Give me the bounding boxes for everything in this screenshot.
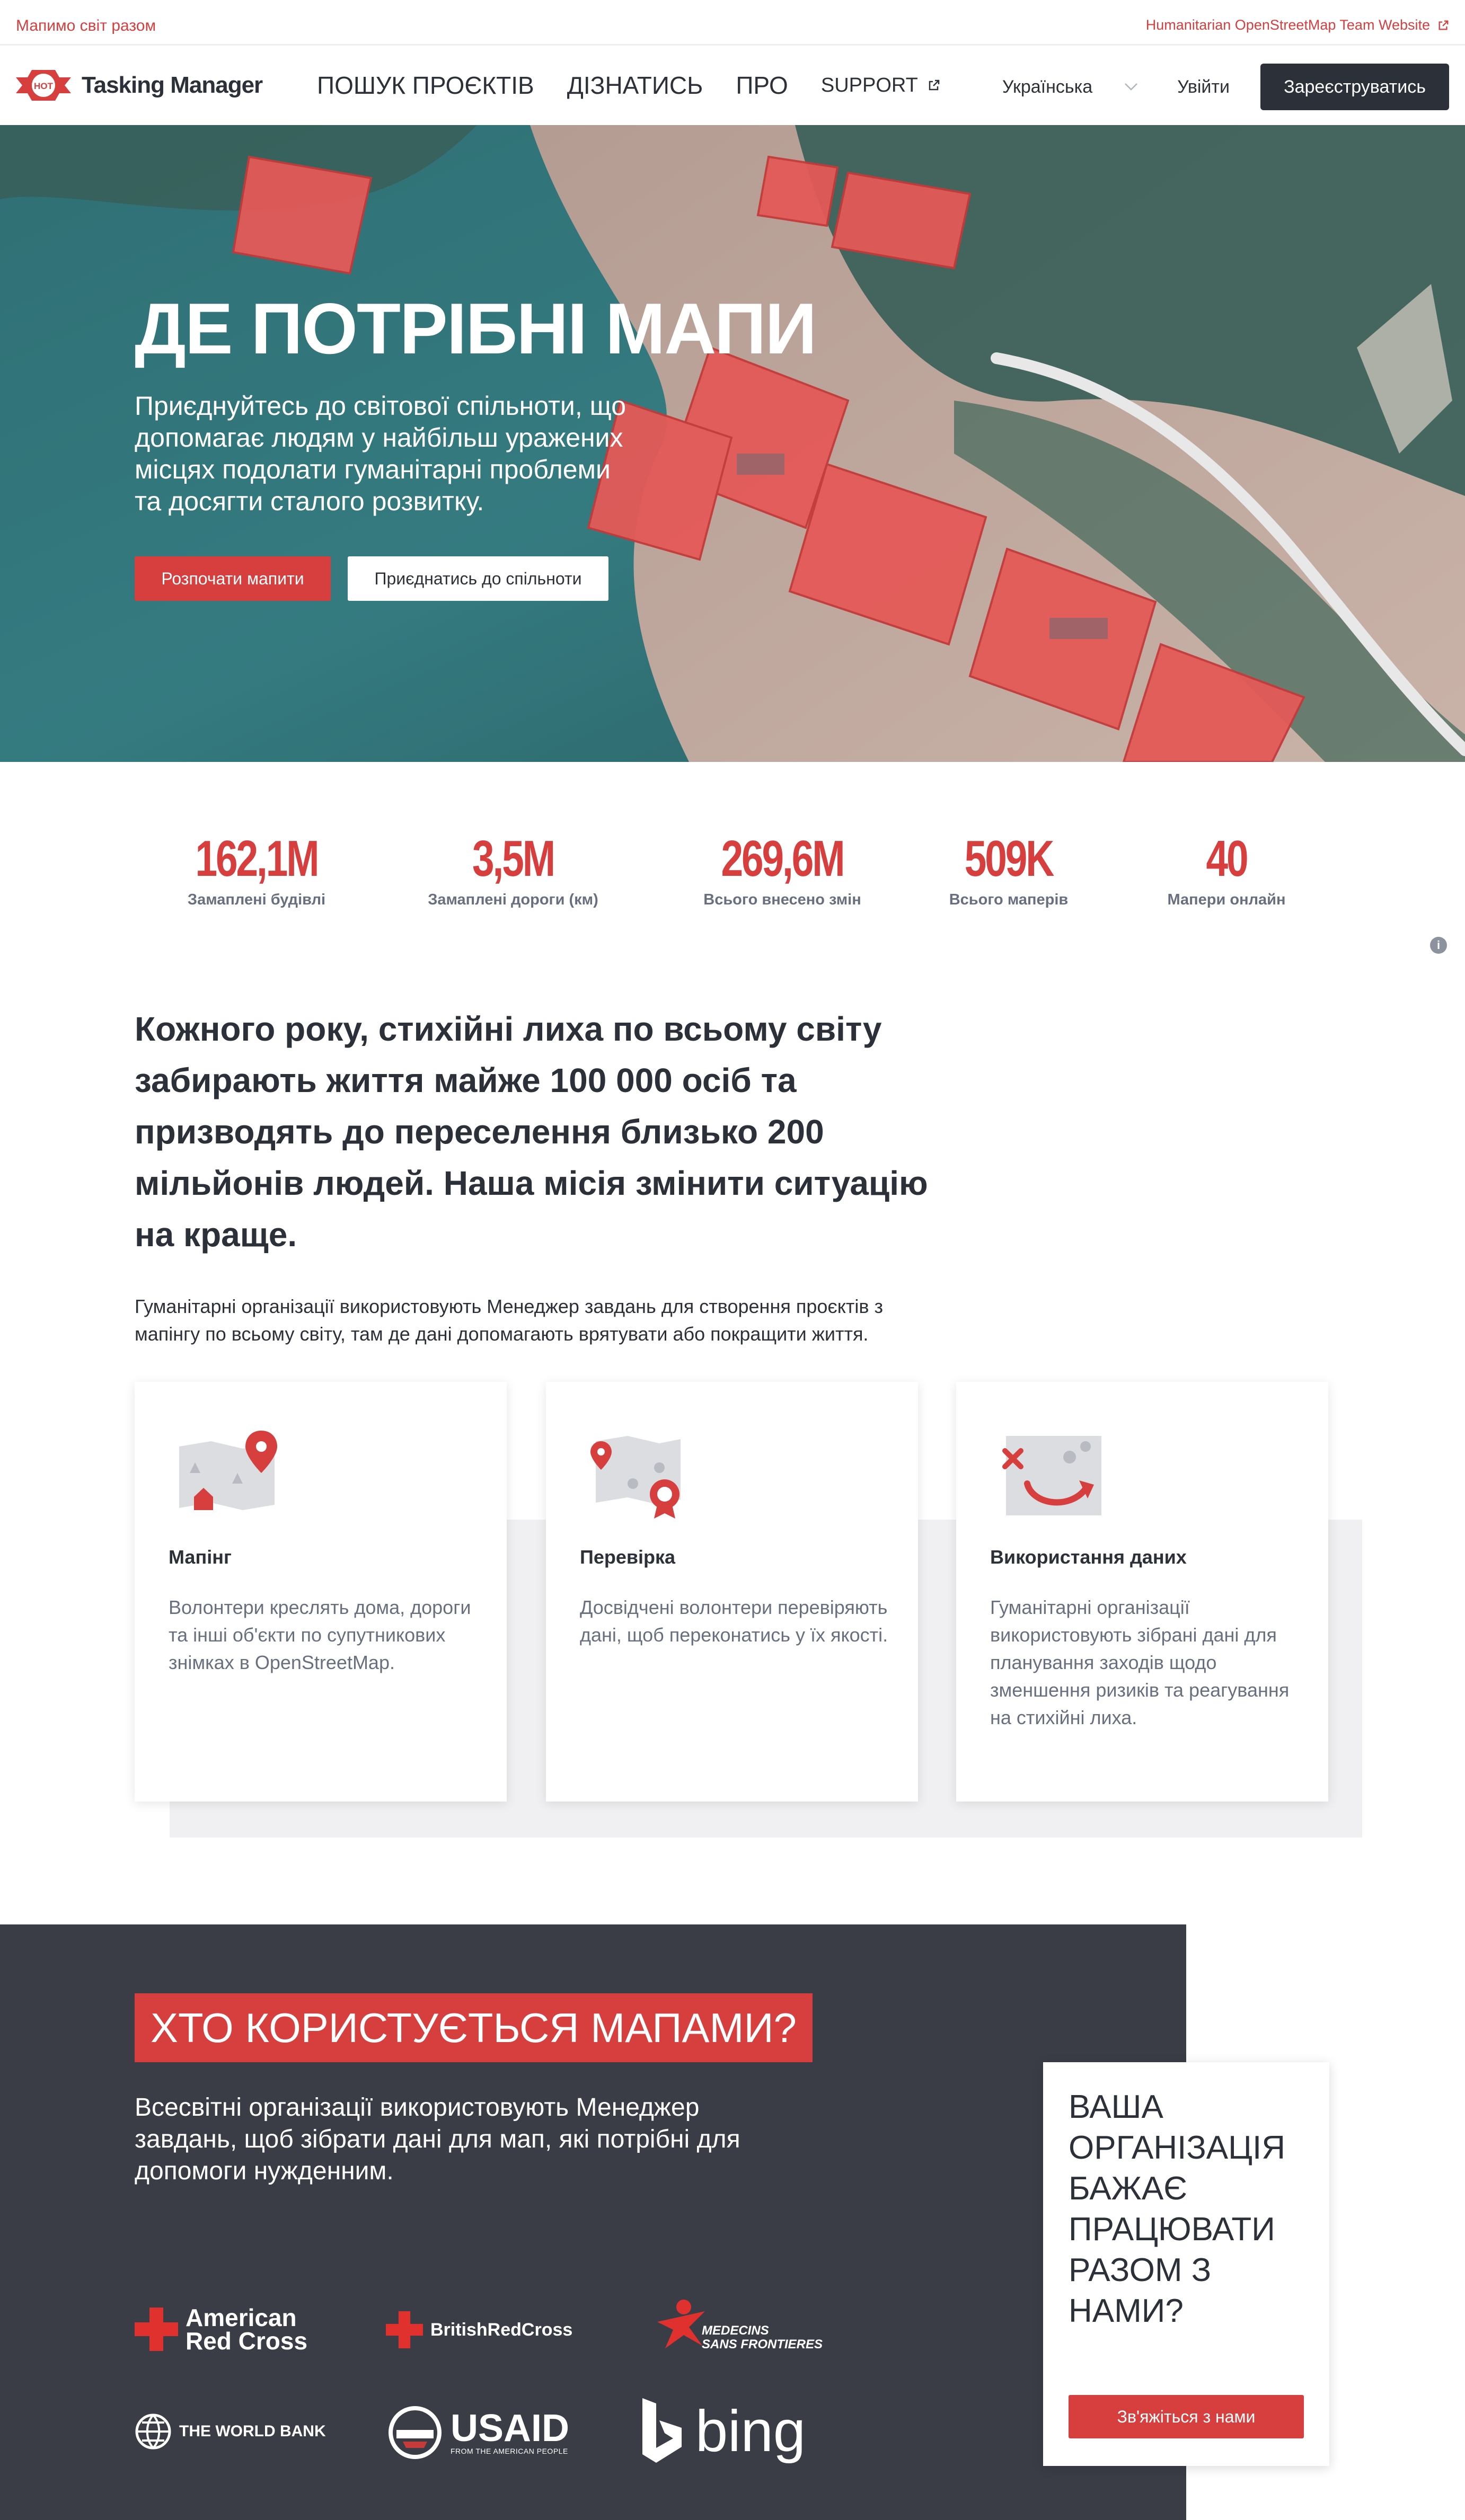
hot-website-link-label: Humanitarian OpenStreetMap Team Website <box>1145 17 1430 33</box>
info-icon[interactable]: i <box>1430 937 1447 954</box>
logo[interactable]: HOT Tasking Manager <box>16 67 263 104</box>
mission-subtext: Гуманітарні організації використовують М… <box>135 1296 883 1345</box>
tagline: Мапимо світ разом <box>16 17 156 34</box>
nav-support-label: SUPPORT <box>820 74 918 96</box>
stat-value: 40 <box>1206 830 1248 887</box>
partner-logo-text: American Red Cross <box>186 2304 308 2355</box>
partner-msf[interactable]: MEDECINS SANS FRONTIERES <box>652 2295 823 2354</box>
signup-button[interactable]: Зареєструватись <box>1260 64 1449 110</box>
login-button[interactable]: Увійти <box>1177 77 1230 97</box>
partner-logo-text: THE WORLD BANK <box>179 2423 326 2440</box>
language-label: Українська <box>1002 76 1093 97</box>
who-uses-title: ХТО КОРИСТУЄТЬСЯ МАПАМИ? <box>135 1993 813 2062</box>
stat-label: Всього внесено змін <box>703 891 861 908</box>
mission-headline: Кожного року, стихійні лиха по всьому св… <box>135 1010 928 1254</box>
stat-value: 509K <box>964 830 1055 887</box>
main-nav: HOT Tasking Manager ПОШУК ПРОЄКТІВ ДІЗНА… <box>0 46 1465 125</box>
card-text: Досвідчені волонтери перевіряють дані, щ… <box>580 1596 888 1646</box>
stat-value: 3,5M <box>472 830 555 887</box>
partner-logo-text: USAID FROM THE AMERICAN PEOPLE <box>451 2407 570 2455</box>
partner-bing[interactable]: bing <box>640 2397 806 2466</box>
language-select[interactable]: Українська <box>1002 77 1138 97</box>
card-title: Використання даних <box>990 1546 1187 1568</box>
partner-logo-text: MEDECINS SANS FRONTIERES <box>702 2323 823 2352</box>
stat-value: 162,1M <box>195 830 319 887</box>
stat-label: Замаплені дороги (км) <box>428 891 598 908</box>
contact-us-button[interactable]: Зв'яжіться з нами <box>1069 2395 1304 2438</box>
partner-world-bank[interactable]: THE WORLD BANK <box>135 2413 326 2450</box>
card-text: Волонтери креслять дома, дороги та інші … <box>169 1596 471 1673</box>
nav-right: Українська Увійти Зареєструватись <box>1002 64 1449 110</box>
partner-logo-text: BritishRedCross <box>430 2319 573 2340</box>
card-text: Гуманітарні організації використовують з… <box>990 1596 1290 1728</box>
stat-online: 40 Мапери онлайн <box>1163 830 1290 909</box>
top-bar: Мапимо світ разом Humanitarian OpenStree… <box>0 0 1465 46</box>
red-cross-icon <box>386 2311 423 2348</box>
map-pin-icon <box>179 1431 277 1510</box>
usaid-seal-icon <box>389 2406 442 2459</box>
who-uses-section: ХТО КОРИСТУЄТЬСЯ МАПАМИ? Всесвітні орган… <box>0 1924 1186 2520</box>
stat-roads: 3,5M Замаплені дороги (км) <box>407 830 619 909</box>
partner-logo-text: bing <box>695 2399 806 2464</box>
card-mapping: Мапінг Волонтери креслять дома, дороги т… <box>135 1382 507 1802</box>
stat-edits: 269,6M Всього внесено змін <box>671 830 894 909</box>
stat-label: Всього маперів <box>949 891 1069 908</box>
nav-support[interactable]: SUPPORT <box>821 74 940 97</box>
svg-text:HOT: HOT <box>34 81 54 91</box>
red-cross-icon <box>135 2308 178 2351</box>
hot-website-link[interactable]: Humanitarian OpenStreetMap Team Website <box>1146 17 1449 33</box>
partner-british-red-cross[interactable]: BritishRedCross <box>386 2311 572 2348</box>
cta-title: Ваша організація бажає працювати разом з… <box>1069 2089 1286 2329</box>
stat-buildings: 162,1M Замаплені будівлі <box>166 830 347 909</box>
stat-value: 269,6M <box>721 830 845 887</box>
external-link-icon <box>1438 20 1449 30</box>
map-badge-icon <box>590 1436 681 1519</box>
hero-text: Приєднуйтесь до світової спільноти, що д… <box>135 391 626 516</box>
globe-icon <box>135 2413 171 2450</box>
hero-section: ДЕ ПОТРІБНІ МАПИ Приєднуйтесь до світово… <box>0 125 1465 762</box>
hero-title: ДЕ ПОТРІБНІ МАПИ <box>135 288 817 369</box>
chevron-down-icon <box>1125 83 1138 91</box>
nav-learn[interactable]: ДІЗНАТИСЬ <box>567 71 703 100</box>
card-validation: Перевірка Досвідчені волонтери перевіряю… <box>546 1382 918 1802</box>
stats-row: 162,1M Замаплені будівлі 3,5M Замаплені … <box>135 830 1354 920</box>
nav-about[interactable]: ПРО <box>736 71 788 100</box>
card-title: Мапінг <box>169 1546 232 1568</box>
who-uses-text: Всесвітні організації використовують Мен… <box>135 2093 740 2185</box>
hot-logo-icon: HOT <box>16 67 71 104</box>
stat-label: Замаплені будівлі <box>187 891 326 908</box>
external-link-icon <box>929 79 940 91</box>
start-mapping-button[interactable]: Розпочати мапити <box>135 556 331 601</box>
nav-explore-projects[interactable]: ПОШУК ПРОЄКТІВ <box>317 71 534 100</box>
partner-usaid[interactable]: USAID FROM THE AMERICAN PEOPLE <box>387 2404 569 2461</box>
data-route-icon <box>1002 1436 1101 1515</box>
bing-logo-icon <box>642 2398 682 2463</box>
partner-cta-card: Ваша організація бажає працювати разом з… <box>1043 2062 1329 2466</box>
stat-mappers: 509K Всього маперів <box>937 830 1080 909</box>
partner-american-red-cross[interactable]: American Red Cross <box>135 2304 308 2355</box>
card-data-use: Використання даних Гуманітарні організац… <box>956 1382 1328 1802</box>
card-title: Перевірка <box>580 1546 676 1568</box>
nav-menu: ПОШУК ПРОЄКТІВ ДІЗНАТИСЬ ПРО SUPPORT <box>317 46 940 125</box>
logo-text: Tasking Manager <box>82 72 263 98</box>
join-community-button[interactable]: Приєднатись до спільноти <box>348 556 608 601</box>
stat-label: Мапери онлайн <box>1167 891 1286 908</box>
